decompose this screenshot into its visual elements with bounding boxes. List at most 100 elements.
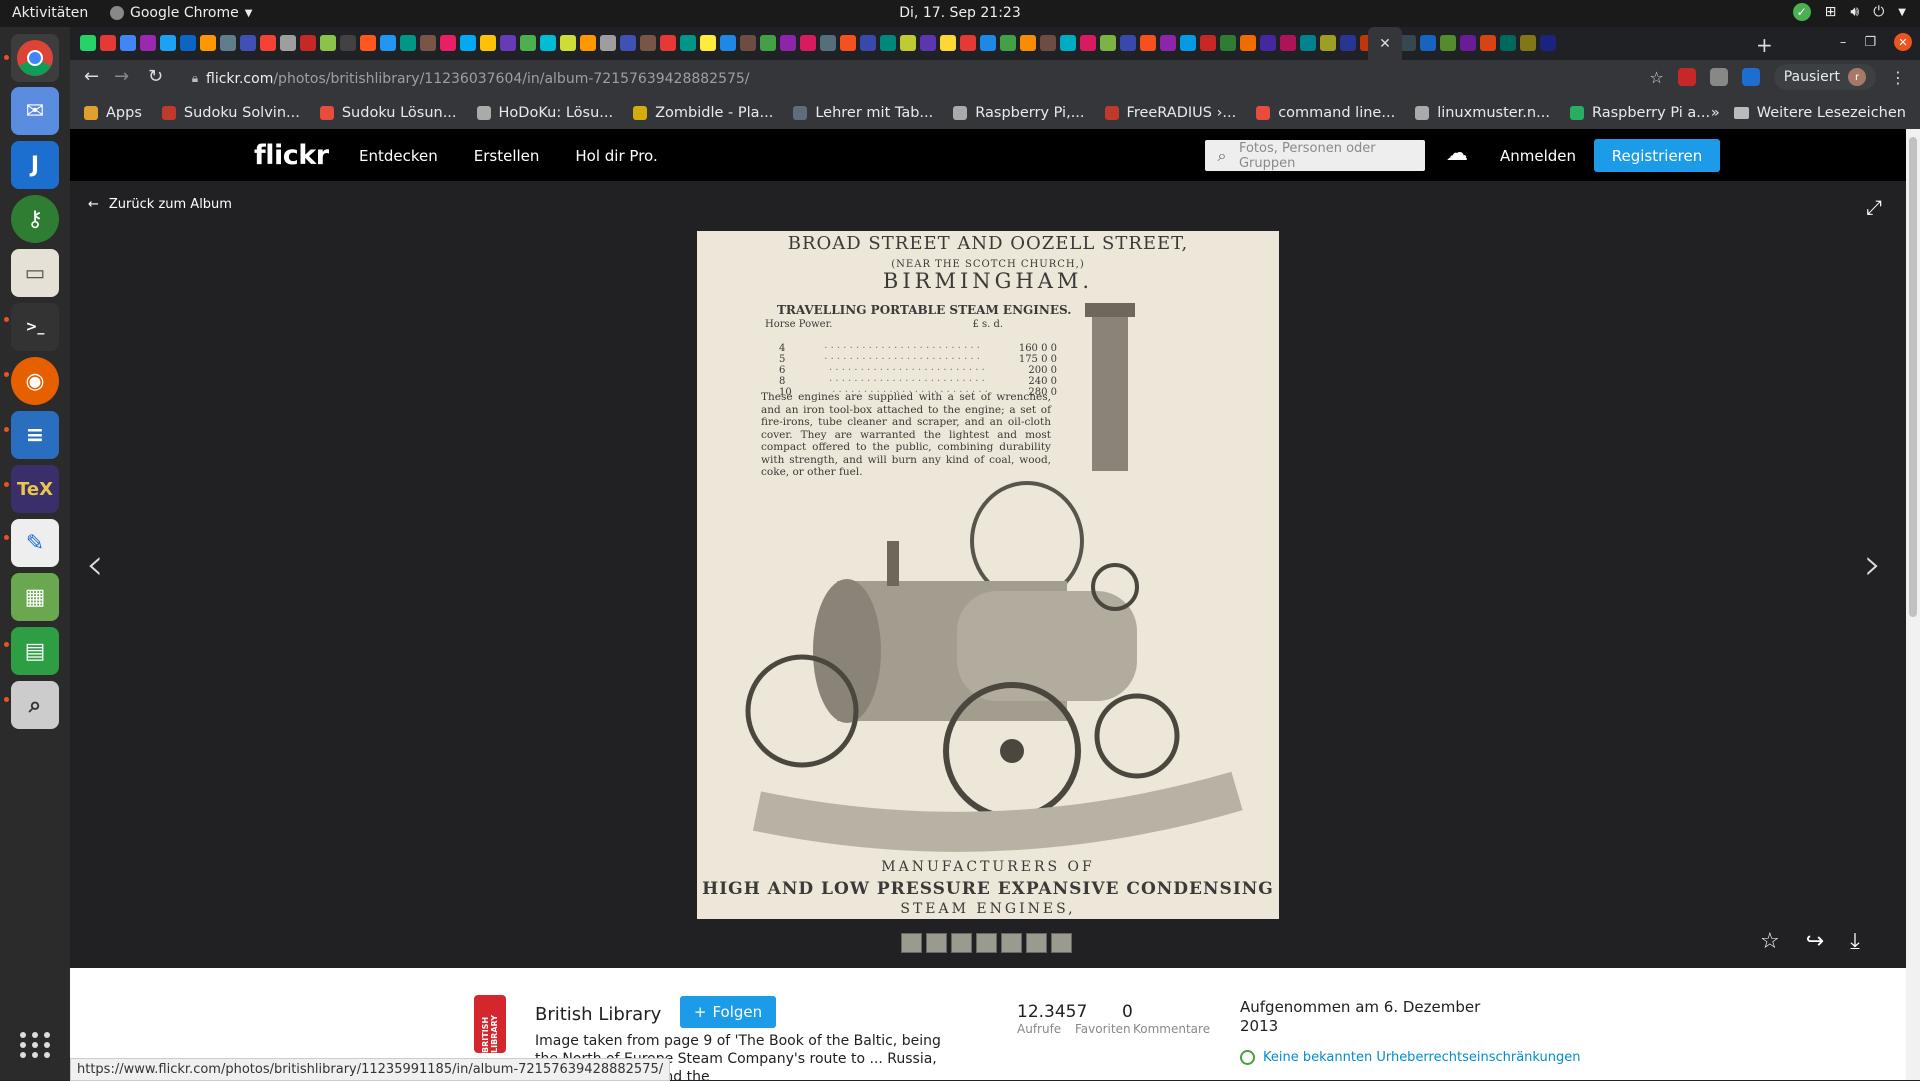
tab-favicon[interactable] bbox=[100, 35, 116, 51]
filmstrip-thumb[interactable] bbox=[976, 933, 997, 953]
firefox-dock-icon[interactable]: ◉ bbox=[11, 357, 59, 405]
tab-favicon[interactable] bbox=[1040, 35, 1056, 51]
profile-button[interactable]: Pausiert r bbox=[1773, 64, 1876, 90]
tab-favicon[interactable] bbox=[1220, 35, 1236, 51]
tab-favicon[interactable] bbox=[1320, 35, 1336, 51]
bookmark-item[interactable]: FreeRADIUS ›... bbox=[1104, 105, 1236, 121]
tab-favicon[interactable] bbox=[560, 35, 576, 51]
tab-favicon[interactable] bbox=[1440, 35, 1456, 51]
tab-favicon[interactable] bbox=[500, 35, 516, 51]
chrome-dock-icon[interactable] bbox=[11, 34, 59, 82]
search-input[interactable]: ⌕ Fotos, Personen oder Gruppen bbox=[1205, 140, 1425, 171]
text-editor-dock-icon[interactable]: ✎ bbox=[11, 519, 59, 567]
tab-favicon[interactable] bbox=[580, 35, 596, 51]
nav-get-pro[interactable]: Hol dir Pro. bbox=[575, 147, 657, 165]
tab-favicon[interactable] bbox=[740, 35, 756, 51]
tab-favicon[interactable] bbox=[540, 35, 556, 51]
close-icon[interactable]: ✕ bbox=[1379, 36, 1391, 52]
files-dock-icon[interactable]: ▭ bbox=[11, 249, 59, 297]
tab-favicon[interactable] bbox=[1160, 35, 1176, 51]
tab-favicon[interactable] bbox=[720, 35, 736, 51]
back-to-album-link[interactable]: ← Zurück zum Album bbox=[88, 197, 232, 212]
nav-discover[interactable]: Entdecken bbox=[359, 147, 438, 165]
login-link[interactable]: Anmelden bbox=[1500, 147, 1576, 165]
tab-favicon[interactable] bbox=[860, 35, 876, 51]
filmstrip-thumb[interactable] bbox=[926, 933, 947, 953]
tab-favicon[interactable] bbox=[120, 35, 136, 51]
tab-favicon[interactable] bbox=[340, 35, 356, 51]
tab-favicon[interactable] bbox=[280, 35, 296, 51]
tab-favicon[interactable] bbox=[600, 35, 616, 51]
tab-favicon[interactable] bbox=[400, 35, 416, 51]
pinned-tab-favicons[interactable] bbox=[80, 35, 1556, 51]
bookmark-item[interactable]: linuxmuster.n... bbox=[1415, 105, 1550, 121]
bookmark-item[interactable]: Sudoku Lösun... bbox=[319, 105, 457, 121]
tab-favicon[interactable] bbox=[180, 35, 196, 51]
reload-icon[interactable]: ↻ bbox=[148, 66, 163, 87]
bookmark-item[interactable]: Raspberry Pi a... bbox=[1569, 105, 1710, 121]
favorite-star-icon[interactable]: ☆ bbox=[1760, 929, 1780, 954]
tab-favicon[interactable] bbox=[240, 35, 256, 51]
bookmark-item[interactable]: Raspberry Pi,... bbox=[953, 105, 1085, 121]
tab-favicon[interactable] bbox=[1140, 35, 1156, 51]
tab-favicon[interactable] bbox=[80, 35, 96, 51]
page-scrollbar[interactable] bbox=[1906, 129, 1920, 1080]
license-link[interactable]: Keine bekannten Urheberrechtseinschränku… bbox=[1240, 1050, 1581, 1065]
tab-favicon[interactable] bbox=[360, 35, 376, 51]
tab-favicon[interactable] bbox=[480, 35, 496, 51]
tab-favicon[interactable] bbox=[620, 35, 636, 51]
clock[interactable]: Di, 17. Sep 21:23 bbox=[0, 5, 1920, 21]
tab-favicon[interactable] bbox=[1480, 35, 1496, 51]
tab-favicon[interactable] bbox=[880, 35, 896, 51]
next-photo-arrow[interactable]: › bbox=[1864, 539, 1882, 590]
filmstrip-thumb[interactable] bbox=[951, 933, 972, 953]
tab-favicon[interactable] bbox=[1300, 35, 1316, 51]
mail-dock-icon[interactable]: ✉ bbox=[11, 87, 59, 135]
flickr-logo[interactable]: flickr bbox=[254, 140, 329, 171]
window-close-icon[interactable]: ✕ bbox=[1894, 33, 1912, 51]
bookmark-item[interactable]: Lehrer mit Tab... bbox=[793, 105, 933, 121]
tab-favicon[interactable] bbox=[1080, 35, 1096, 51]
tab-favicon[interactable] bbox=[1120, 35, 1136, 51]
tab-favicon[interactable] bbox=[780, 35, 796, 51]
follow-button[interactable]: + Folgen bbox=[680, 996, 776, 1028]
tab-favicon[interactable] bbox=[1280, 35, 1296, 51]
tab-favicon[interactable] bbox=[460, 35, 476, 51]
forward-arrow-icon[interactable]: → bbox=[114, 66, 129, 87]
menu-dots-icon[interactable]: ⋮ bbox=[1890, 68, 1906, 87]
new-tab-button[interactable]: + bbox=[1756, 33, 1773, 57]
tab-favicon[interactable] bbox=[420, 35, 436, 51]
tab-favicon[interactable] bbox=[1260, 35, 1276, 51]
tab-favicon[interactable] bbox=[1100, 35, 1116, 51]
filmstrip-thumb[interactable] bbox=[1051, 933, 1072, 953]
tab-favicon[interactable] bbox=[1180, 35, 1196, 51]
maximize-icon[interactable]: ❐ bbox=[1864, 35, 1876, 50]
tab-favicon[interactable] bbox=[260, 35, 276, 51]
tab-favicon[interactable] bbox=[200, 35, 216, 51]
tab-favicon[interactable] bbox=[1460, 35, 1476, 51]
tab-favicon[interactable] bbox=[1020, 35, 1036, 51]
show-apps-icon[interactable] bbox=[20, 1032, 52, 1058]
filmstrip-thumb[interactable] bbox=[1001, 933, 1022, 953]
tab-favicon[interactable] bbox=[160, 35, 176, 51]
extension-icon[interactable] bbox=[1677, 68, 1696, 86]
lock-icon[interactable]: 🔒︎ bbox=[184, 71, 206, 86]
texmaker-dock-icon[interactable]: TeX bbox=[11, 465, 59, 513]
screenshot-dock-icon[interactable]: ⌕ bbox=[11, 681, 59, 729]
scrollbar-thumb[interactable] bbox=[1909, 137, 1917, 617]
bookmark-item[interactable]: HoDoKu: Lösu... bbox=[476, 105, 613, 121]
tab-favicon[interactable] bbox=[760, 35, 776, 51]
tab-favicon[interactable] bbox=[700, 35, 716, 51]
register-button[interactable]: Registrieren bbox=[1594, 139, 1720, 172]
bookmark-item[interactable]: Zombidle - Pla... bbox=[633, 105, 773, 121]
other-bookmarks[interactable]: Weitere Lesezeichen bbox=[1733, 105, 1906, 121]
tab-favicon[interactable] bbox=[1540, 35, 1556, 51]
tab-favicon[interactable] bbox=[960, 35, 976, 51]
tab-favicon[interactable] bbox=[1340, 35, 1356, 51]
minetest-dock-icon[interactable]: ▦ bbox=[11, 573, 59, 621]
share-icon[interactable]: ↪ bbox=[1806, 929, 1824, 954]
tab-favicon[interactable] bbox=[980, 35, 996, 51]
system-tray[interactable]: ✓ ⊞ 🔊︎ ⏻ ▼ bbox=[1792, 3, 1906, 21]
british-library-logo[interactable]: BRITISH LIBRARY bbox=[474, 995, 506, 1053]
extension-icon[interactable] bbox=[1709, 68, 1728, 86]
